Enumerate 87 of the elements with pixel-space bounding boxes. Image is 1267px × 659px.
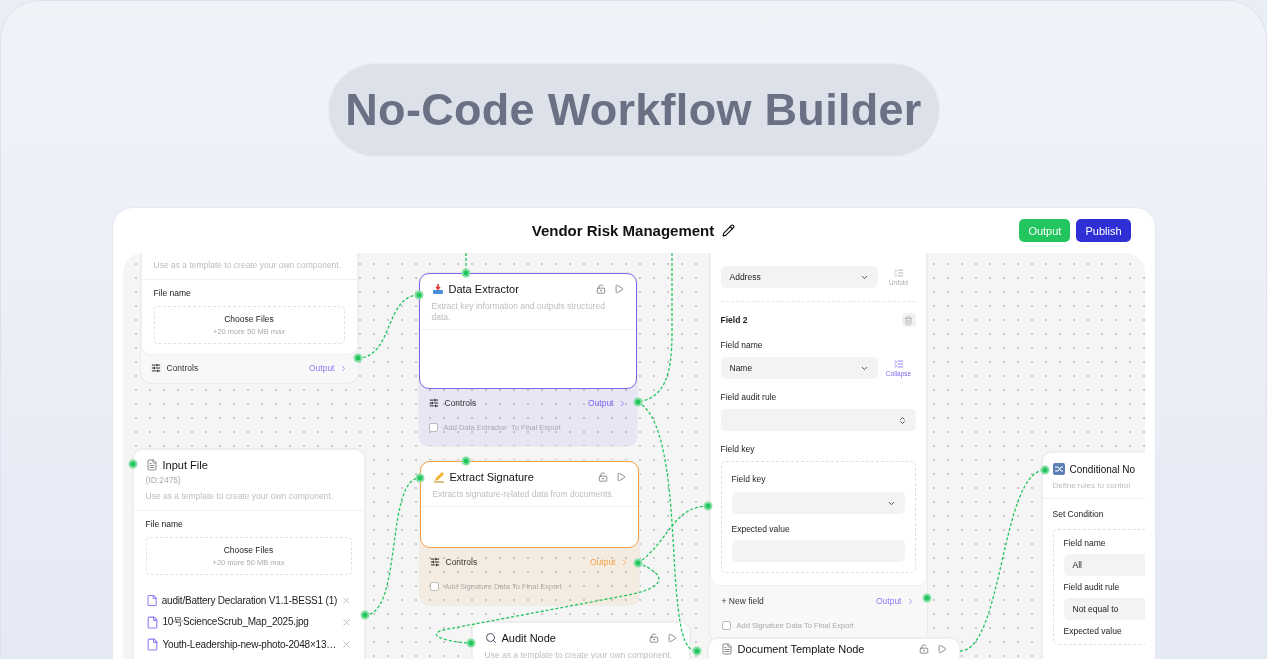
select-field[interactable]: All xyxy=(1063,554,1145,577)
controls-label: Controls xyxy=(445,557,478,567)
document-icon xyxy=(145,459,158,471)
sliders-icon xyxy=(150,363,161,374)
node-card[interactable] xyxy=(132,449,365,659)
field-label: Field audit rule xyxy=(1063,582,1121,593)
search-icon xyxy=(484,632,497,644)
checkbox[interactable] xyxy=(428,422,438,432)
port-dot[interactable] xyxy=(633,558,642,568)
node-title: Conditional No xyxy=(1069,463,1136,475)
unlock-icon[interactable] xyxy=(918,644,929,654)
port-dot[interactable] xyxy=(461,268,470,278)
select-field[interactable] xyxy=(731,492,905,514)
select-field[interactable]: Name xyxy=(720,357,878,379)
hero-title: No-Code Workflow Builder xyxy=(327,63,940,157)
field-label: Expected value xyxy=(1063,626,1123,637)
section-title: Set Condition xyxy=(1052,509,1105,520)
document-icon xyxy=(720,643,733,655)
unlock-icon[interactable] xyxy=(595,284,606,294)
shuffle-icon xyxy=(1052,463,1065,475)
field-label: File name xyxy=(145,519,184,530)
field-label: Expected value xyxy=(731,523,791,534)
port-dot[interactable] xyxy=(414,290,423,300)
dropzone-title: Choose Files xyxy=(223,545,274,556)
controls-label: Controls xyxy=(166,363,199,374)
port-dot[interactable] xyxy=(633,397,642,407)
select-field[interactable]: Address xyxy=(720,266,878,288)
node-id: (ID:2475) xyxy=(144,474,182,485)
node-title: Document Template Node xyxy=(737,643,865,655)
node-title: Input File xyxy=(162,459,208,471)
pencil-icon[interactable] xyxy=(722,224,736,237)
node-title: Extract Signature xyxy=(449,471,534,483)
play-icon[interactable] xyxy=(615,472,626,482)
select-field[interactable] xyxy=(720,409,916,431)
file-icon xyxy=(145,615,159,629)
field-label: Field audit rule xyxy=(720,391,778,402)
new-field-link[interactable]: + New field xyxy=(721,596,764,606)
port-dot[interactable] xyxy=(692,646,701,656)
port-dot[interactable] xyxy=(703,501,712,511)
port-dot[interactable] xyxy=(1040,465,1049,475)
output-link[interactable]: Output xyxy=(587,398,627,408)
node-description: Extracts signature-related data from documents. xyxy=(420,483,638,508)
file-icon xyxy=(145,593,158,607)
node-description: Extract key information and outputs structured data. xyxy=(419,295,636,331)
node-title: Audit Node xyxy=(501,632,556,644)
port-dot[interactable] xyxy=(128,459,137,469)
delete-button[interactable] xyxy=(901,313,916,327)
up-down-icon xyxy=(897,415,907,425)
port-dot[interactable] xyxy=(360,610,369,620)
field-label: File name xyxy=(153,288,192,299)
file-icon xyxy=(145,637,159,651)
tray-icon xyxy=(431,283,444,295)
close-icon[interactable] xyxy=(340,616,352,628)
field-label: Field key xyxy=(731,473,767,486)
node-card[interactable]: Document Template Node xyxy=(707,638,960,659)
unlock-icon[interactable] xyxy=(597,472,608,482)
port-dot[interactable] xyxy=(466,638,475,648)
play-icon[interactable] xyxy=(613,284,624,294)
dropzone-title: Choose Files xyxy=(224,314,274,325)
field-title: Field 2 xyxy=(720,315,748,325)
port-dot[interactable] xyxy=(415,473,424,483)
file-name: Youth-Leadership-new-photo-2048×13… xyxy=(162,638,337,650)
close-icon[interactable] xyxy=(340,638,352,650)
play-icon[interactable] xyxy=(666,633,677,643)
publish-button[interactable]: Publish xyxy=(1076,219,1131,242)
field-label: Field name xyxy=(1063,538,1107,549)
close-icon[interactable] xyxy=(341,594,352,606)
sliders-icon xyxy=(429,557,440,567)
port-dot[interactable] xyxy=(922,593,931,603)
sliders-icon xyxy=(428,398,439,408)
workflow-title: Vendor Risk Management xyxy=(531,222,715,239)
port-dot[interactable] xyxy=(461,456,470,466)
list-icon xyxy=(893,359,904,369)
node-title: Data Extractor xyxy=(448,283,519,295)
checkbox[interactable] xyxy=(721,620,731,630)
field-label: Field key xyxy=(720,443,756,454)
field-label: Field name xyxy=(720,339,764,350)
pen-icon xyxy=(432,471,445,483)
unlock-icon[interactable] xyxy=(648,633,659,643)
list-icon xyxy=(893,268,904,278)
port-dot[interactable] xyxy=(353,353,362,363)
play-icon[interactable] xyxy=(936,644,947,654)
file-name: audit/Battery Declaration V1.1-BESS1 (1) xyxy=(161,594,338,606)
controls-label: Controls xyxy=(444,398,477,408)
file-name: 10号ScienceScrub_Map_2025.jpg xyxy=(162,615,310,630)
select-field[interactable]: Not equal to xyxy=(1063,598,1145,621)
checkbox[interactable] xyxy=(429,581,439,591)
